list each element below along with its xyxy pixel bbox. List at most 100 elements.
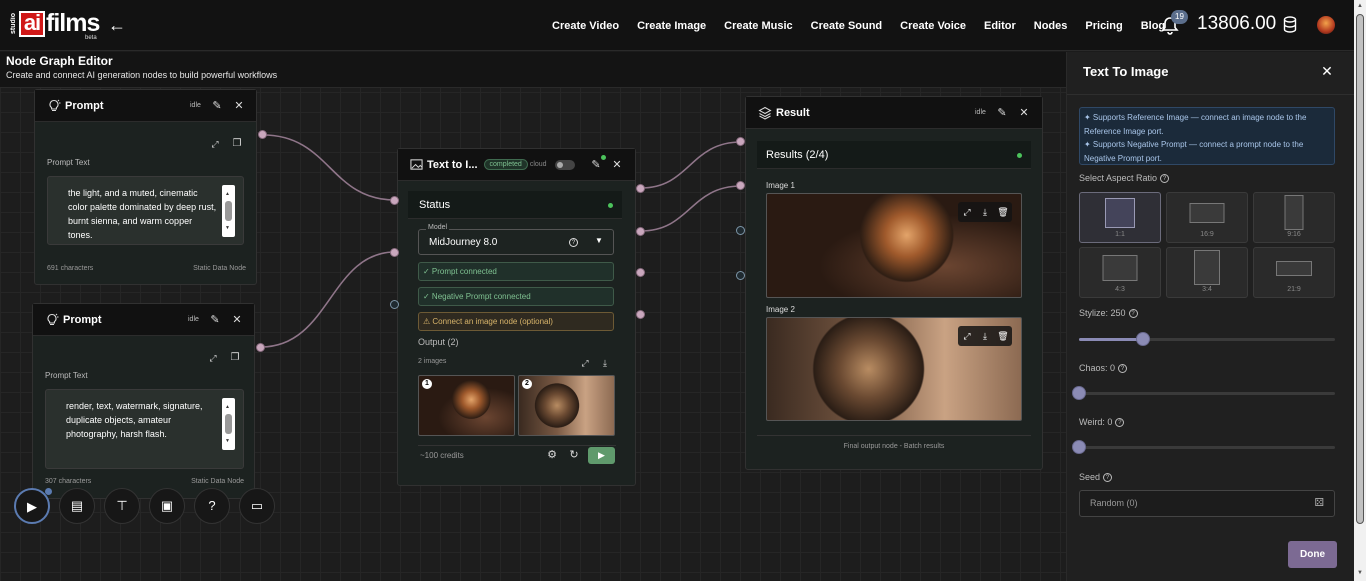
- close-icon[interactable]: ✕: [611, 159, 623, 171]
- t2i-output-port-2[interactable]: [636, 227, 645, 236]
- help-icon[interactable]: ?: [1118, 364, 1128, 374]
- close-icon[interactable]: ✕: [233, 100, 245, 112]
- back-arrow-icon[interactable]: ←: [108, 15, 128, 35]
- result-input-port-4[interactable]: [736, 271, 745, 280]
- aspect-ratio-4-3[interactable]: 4:3: [1079, 247, 1161, 298]
- aspect-ratio-21-9[interactable]: 21:9: [1253, 247, 1335, 298]
- result-node[interactable]: Result idle ✎ ✕ Results (2/4) Image 1 ⤢ ⤓…: [745, 96, 1043, 470]
- studio-ai-films-logo[interactable]: studio ai films beta: [10, 9, 100, 41]
- t2i-negative-input-port[interactable]: [390, 248, 399, 257]
- panel-close-icon[interactable]: ✕: [1319, 63, 1335, 79]
- expand-icon[interactable]: ⤢: [958, 207, 976, 218]
- generate-play-button[interactable]: ▶: [588, 447, 615, 464]
- textarea-scrollbar[interactable]: ▲ ▼: [222, 398, 235, 450]
- expand-icon[interactable]: ⤢: [579, 357, 591, 369]
- t2i-output-port-4[interactable]: [636, 310, 645, 319]
- cloud-toggle[interactable]: [554, 159, 575, 170]
- scrollbar-thumb[interactable]: [1356, 14, 1364, 524]
- nav-nodes[interactable]: Nodes: [1034, 20, 1068, 32]
- delete-icon[interactable]: 🗑: [994, 331, 1012, 342]
- edit-pencil-icon[interactable]: ✎: [590, 159, 602, 171]
- prompt-node-title: Prompt: [63, 313, 102, 326]
- download-icon[interactable]: ⤓: [599, 357, 611, 369]
- result-image-2[interactable]: ⤢ ⤓ 🗑: [766, 317, 1022, 421]
- close-icon[interactable]: ✕: [1018, 107, 1030, 119]
- expand-icon[interactable]: ⤢: [958, 331, 976, 342]
- result-input-port-3[interactable]: [736, 226, 745, 235]
- help-icon[interactable]: ?: [1160, 174, 1170, 184]
- aspect-ratio-9-16[interactable]: 9:16: [1253, 192, 1335, 243]
- prompt2-output-port[interactable]: [256, 343, 265, 352]
- t2i-image-input-port[interactable]: [390, 300, 399, 309]
- copy-icon[interactable]: ❐: [231, 138, 243, 150]
- gallery-button[interactable]: ▣: [149, 488, 185, 524]
- screen-button[interactable]: ▭: [239, 488, 275, 524]
- dice-icon[interactable]: ⚄: [1314, 491, 1324, 516]
- help-button[interactable]: ?: [194, 488, 230, 524]
- delete-icon[interactable]: 🗑: [994, 207, 1012, 218]
- scroll-up-arrow-icon[interactable]: ▲: [1357, 3, 1363, 9]
- model-select[interactable]: Model MidJourney 8.0 ? ▼: [418, 224, 614, 255]
- slider-knob[interactable]: [1072, 386, 1086, 400]
- result-node-header[interactable]: Result idle ✎ ✕: [746, 97, 1042, 129]
- nav-create-music[interactable]: Create Music: [724, 20, 792, 32]
- run-workflow-button[interactable]: ▶: [14, 488, 52, 524]
- t2i-output-port-3[interactable]: [636, 268, 645, 277]
- page-scrollbar[interactable]: ▲ ▼: [1354, 0, 1366, 581]
- done-button[interactable]: Done: [1288, 541, 1337, 568]
- aspect-ratio-1-1[interactable]: 1:1: [1079, 192, 1161, 243]
- nav-editor[interactable]: Editor: [984, 20, 1016, 32]
- prompt-node-1[interactable]: Prompt idle ✎ ✕ ⤢ ❐ Prompt Text the ligh…: [34, 89, 257, 285]
- expand-icon[interactable]: ⤢: [209, 138, 221, 150]
- refresh-icon[interactable]: ↻: [568, 449, 580, 461]
- nav-pricing[interactable]: Pricing: [1085, 20, 1122, 32]
- output-thumbnail-1[interactable]: 1: [418, 375, 515, 436]
- aspect-ratio-3-4[interactable]: 3:4: [1166, 247, 1248, 298]
- weird-slider[interactable]: [1072, 440, 1335, 454]
- prompt-node-header[interactable]: Prompt idle ✎ ✕: [35, 90, 256, 122]
- slider-knob[interactable]: [1072, 440, 1086, 454]
- textarea-scrollbar[interactable]: ▲ ▼: [222, 185, 235, 237]
- nav-create-image[interactable]: Create Image: [637, 20, 706, 32]
- copy-icon[interactable]: ❐: [229, 352, 241, 364]
- nav-create-voice[interactable]: Create Voice: [900, 20, 966, 32]
- add-text-node-button[interactable]: ▤: [59, 488, 95, 524]
- paint-tool-button[interactable]: ⊤: [104, 488, 140, 524]
- edit-pencil-icon[interactable]: ✎: [211, 100, 223, 112]
- chaos-slider[interactable]: [1072, 386, 1335, 400]
- edit-pencil-icon[interactable]: ✎: [996, 107, 1008, 119]
- help-icon[interactable]: ?: [1103, 473, 1113, 483]
- prompt-text-area[interactable]: render, text, watermark, signature, dupl…: [45, 389, 244, 469]
- aspect-ratio-16-9[interactable]: 16:9: [1166, 192, 1248, 243]
- prompt-text-area[interactable]: the light, and a muted, cinematic color …: [47, 176, 244, 245]
- download-icon[interactable]: ⤓: [976, 331, 994, 342]
- help-icon[interactable]: ?: [1115, 418, 1125, 428]
- download-icon[interactable]: ⤓: [976, 207, 994, 218]
- settings-gear-icon[interactable]: ⚙: [546, 449, 558, 461]
- edit-pencil-icon[interactable]: ✎: [209, 314, 221, 326]
- t2i-prompt-input-port[interactable]: [390, 196, 399, 205]
- result-image-1[interactable]: ⤢ ⤓ 🗑: [766, 193, 1022, 298]
- scroll-down-arrow-icon[interactable]: ▼: [1357, 570, 1363, 576]
- text-to-image-node[interactable]: Text to I... completed cloud ✎ ✕ Status …: [397, 148, 636, 486]
- close-icon[interactable]: ✕: [231, 314, 243, 326]
- prompt-node-header[interactable]: Prompt idle ✎ ✕: [33, 304, 254, 336]
- t2i-output-port-1[interactable]: [636, 184, 645, 193]
- nav-create-sound[interactable]: Create Sound: [811, 20, 883, 32]
- output-thumbnail-2[interactable]: 2: [518, 375, 615, 436]
- expand-icon[interactable]: ⤢: [207, 352, 219, 364]
- help-icon[interactable]: ?: [569, 238, 578, 247]
- user-avatar[interactable]: [1317, 16, 1335, 34]
- stylize-slider[interactable]: [1079, 332, 1335, 346]
- prompt1-output-port[interactable]: [258, 130, 267, 139]
- prompt-node-2[interactable]: Prompt idle ✎ ✕ ⤢ ❐ Prompt Text render, …: [32, 303, 255, 499]
- nav-create-video[interactable]: Create Video: [552, 20, 619, 32]
- slider-knob[interactable]: [1136, 332, 1150, 346]
- node-state-label: idle: [190, 102, 201, 109]
- result-input-port-2[interactable]: [736, 181, 745, 190]
- result-input-port-1[interactable]: [736, 137, 745, 146]
- image-1-label: Image 1: [766, 181, 795, 190]
- seed-input[interactable]: Random (0) ⚄: [1079, 490, 1335, 517]
- t2i-node-header[interactable]: Text to I... completed cloud ✎ ✕: [398, 149, 635, 181]
- help-icon[interactable]: ?: [1128, 309, 1138, 319]
